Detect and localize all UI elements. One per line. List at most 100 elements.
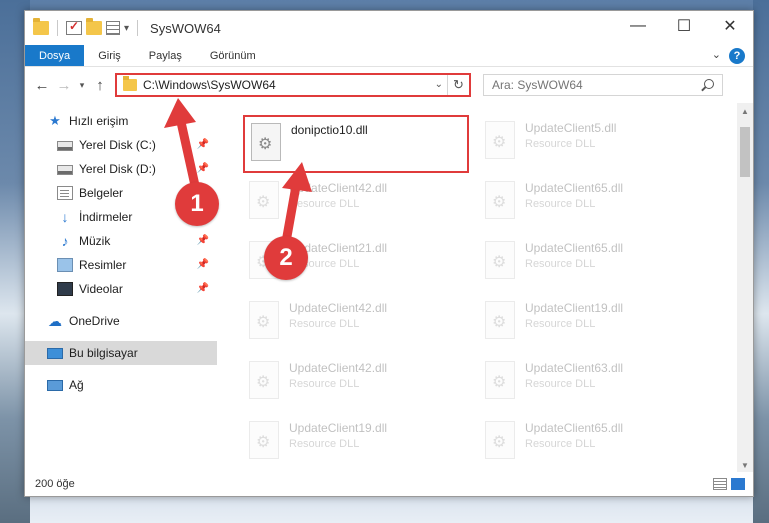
quick-access-toolbar: ▾ [25, 18, 142, 36]
file-description: Resource DLL [289, 378, 360, 390]
list-item[interactable]: UpdateClient65.dll Resource DLL [479, 235, 705, 293]
dll-file-icon [485, 241, 515, 279]
annotation-marker-1: 1 [175, 182, 219, 226]
list-item[interactable]: UpdateClient65.dll Resource DLL [479, 415, 705, 473]
search-input[interactable] [492, 78, 692, 92]
file-name: UpdateClient19.dll [289, 421, 388, 435]
sidebar-item-label: Müzik [79, 234, 111, 248]
list-item[interactable]: UpdateClient19.dll Resource DLL [243, 415, 469, 473]
maximize-button[interactable]: ☐ [661, 11, 707, 41]
pin-icon[interactable]: 📌 [197, 283, 209, 294]
address-bar[interactable]: C:\Windows\SysWOW64 ⌄ ↻ [115, 73, 471, 97]
file-description: Resource DLL [525, 138, 596, 150]
recent-locations-chevron-icon[interactable]: ▾ [75, 80, 89, 91]
dll-file-icon [249, 181, 279, 219]
sidebar-item-local-disk-d[interactable]: Yerel Disk (D:) 📌 [25, 157, 217, 181]
sidebar-item-label: Ağ [69, 378, 84, 392]
list-item[interactable]: UpdateClient19.dll Resource DLL [479, 295, 705, 353]
close-button[interactable]: ✕ [707, 11, 753, 41]
list-item[interactable]: UpdateClient65.dll Resource DLL [479, 175, 705, 233]
sidebar-item-music[interactable]: ♪ Müzik 📌 [25, 229, 217, 253]
file-list: donipctio10.dll UpdateClient42.dll Resour… [217, 103, 753, 473]
forward-button[interactable]: → [53, 74, 75, 96]
music-icon: ♪ [61, 233, 69, 249]
file-item-highlighted[interactable]: donipctio10.dll [243, 115, 469, 173]
expand-ribbon-chevron-icon[interactable]: ⌄ [712, 48, 721, 61]
dll-file-icon [485, 181, 515, 219]
file-description: Resource DLL [289, 318, 360, 330]
vertical-scrollbar[interactable]: ▲ ▼ [737, 103, 753, 473]
dll-file-icon [251, 123, 281, 161]
address-row: ← → ▾ ↑ C:\Windows\SysWOW64 ⌄ ↻ [25, 67, 753, 103]
file-name: UpdateClient42.dll [289, 181, 388, 195]
dll-file-icon [249, 301, 279, 339]
list-item[interactable]: UpdateClient5.dll Resource DLL [479, 115, 705, 173]
list-item[interactable]: UpdateClient42.dll Resource DLL [243, 295, 469, 353]
sidebar-item-label: Bu bilgisayar [69, 346, 138, 360]
scroll-up-icon[interactable]: ▲ [737, 103, 753, 119]
up-button[interactable]: ↑ [89, 74, 111, 96]
file-description: Resource DLL [525, 258, 596, 270]
file-name: UpdateClient42.dll [289, 361, 388, 375]
view-toggle [713, 478, 745, 490]
list-item[interactable]: UpdateClient42.dll Resource DLL [243, 175, 469, 233]
back-button[interactable]: ← [31, 74, 53, 96]
sidebar-item-label: OneDrive [69, 314, 120, 328]
pin-icon[interactable]: 📌 [197, 235, 209, 246]
search-icon[interactable] [704, 79, 714, 89]
sidebar-item-quick-access[interactable]: ★ Hızlı erişim [25, 109, 217, 133]
pin-icon[interactable]: 📌 [197, 259, 209, 270]
sidebar-item-onedrive[interactable]: ☁ OneDrive [25, 309, 217, 333]
refresh-button[interactable]: ↻ [447, 75, 469, 95]
sidebar-item-this-pc[interactable]: Bu bilgisayar [25, 341, 217, 365]
sidebar-item-label: Belgeler [79, 186, 124, 200]
sidebar-item-network[interactable]: Ağ [25, 373, 217, 397]
pin-icon[interactable]: 📌 [197, 163, 209, 174]
properties-icon[interactable] [106, 21, 120, 35]
tab-gorunum[interactable]: Görünüm [196, 45, 270, 66]
dll-file-icon [485, 121, 515, 159]
sidebar-item-label: İndirmeler [79, 210, 133, 224]
dll-file-icon [485, 361, 515, 399]
documents-icon [57, 186, 73, 200]
details-view-icon[interactable] [713, 478, 727, 490]
list-item[interactable]: UpdateClient63.dll Resource DLL [479, 355, 705, 413]
properties-check-icon[interactable] [66, 19, 82, 35]
file-name: UpdateClient42.dll [289, 301, 388, 315]
sidebar-item-local-disk-c[interactable]: Yerel Disk (C:) 📌 [25, 133, 217, 157]
tiles-view-icon[interactable] [731, 478, 745, 490]
file-name: UpdateClient19.dll [525, 301, 624, 315]
file-description: Resource DLL [289, 198, 360, 210]
help-button[interactable]: ? [729, 48, 745, 64]
tab-dosya[interactable]: Dosya [25, 45, 85, 66]
scrollbar-thumb[interactable] [740, 127, 750, 177]
tab-paylas[interactable]: Paylaş [135, 45, 196, 66]
sidebar-item-videos[interactable]: Videolar 📌 [25, 277, 217, 301]
minimize-button[interactable]: — [615, 11, 661, 41]
sidebar-item-label: Yerel Disk (C:) [79, 138, 156, 152]
list-item[interactable]: UpdateClient42.dll Resource DLL [243, 355, 469, 413]
sidebar-item-label: Videolar [79, 282, 123, 296]
videos-icon [57, 282, 73, 296]
network-icon [47, 379, 63, 391]
address-dropdown-chevron-icon[interactable]: ⌄ [435, 79, 443, 90]
file-description: Resource DLL [289, 438, 360, 450]
sidebar-item-pictures[interactable]: Resimler 📌 [25, 253, 217, 277]
computer-icon [47, 347, 63, 359]
file-description: Resource DLL [525, 378, 596, 390]
window-controls: — ☐ ✕ [615, 11, 753, 45]
search-box[interactable] [483, 74, 723, 96]
scroll-down-icon[interactable]: ▼ [737, 457, 753, 473]
title-bar: ▾ SysWOW64 — ☐ ✕ [25, 11, 753, 45]
sidebar-item-label: Yerel Disk (D:) [79, 162, 156, 176]
pin-icon[interactable]: 📌 [197, 139, 209, 150]
divider [57, 20, 58, 36]
tab-giris[interactable]: Giriş [84, 45, 135, 66]
item-count: 200 öğe [35, 478, 75, 490]
download-icon: ↓ [61, 209, 69, 225]
file-description: Resource DLL [525, 198, 596, 210]
customize-toolbar-chevron-icon[interactable]: ▾ [124, 23, 129, 34]
file-name: UpdateClient65.dll [525, 421, 624, 435]
status-bar: 200 öğe [25, 472, 753, 496]
new-folder-icon[interactable] [86, 18, 102, 35]
